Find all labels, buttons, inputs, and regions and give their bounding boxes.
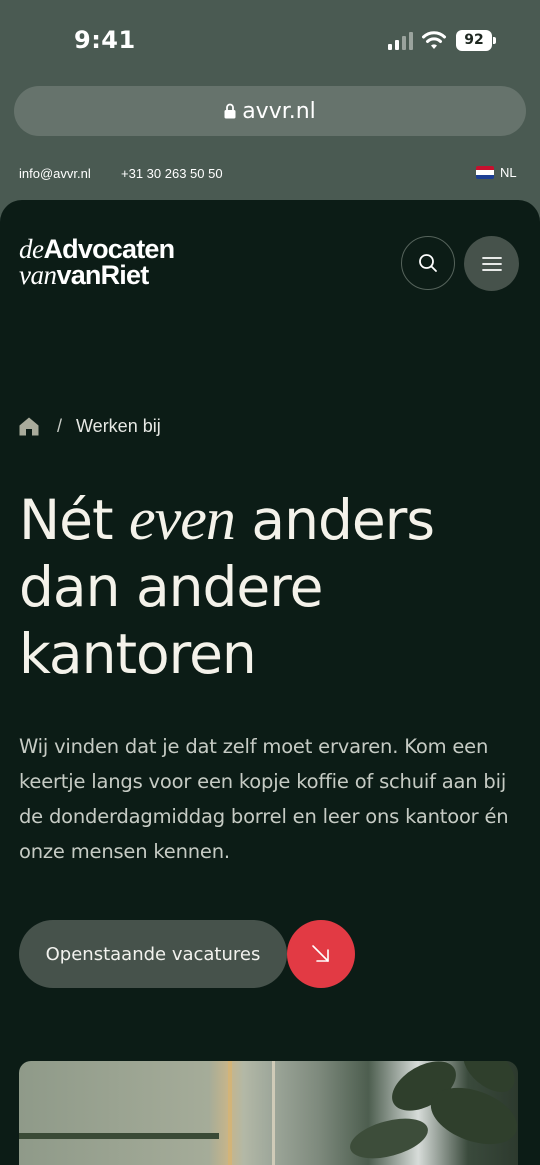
open-vacancies-button[interactable]: Openstaande vacatures [19,920,287,988]
home-icon[interactable] [19,417,39,436]
open-vacancies-arrow-button[interactable] [287,920,355,988]
logo-vanriet: vanRiet [56,260,149,290]
email-link[interactable]: info@avvr.nl [19,166,91,181]
intro-text: Wij vinden dat je dat zelf moet ervaren.… [19,735,509,863]
breadcrumb-separator: / [57,416,63,436]
language-switcher[interactable]: NL [476,165,517,180]
office-photo [19,1061,518,1165]
cellular-signal-icon [388,32,413,50]
language-label: NL [500,165,517,180]
logo-van: van [19,260,57,290]
phone-link[interactable]: +31 30 263 50 50 [121,166,223,181]
status-bar: 9:41 92 [0,0,540,82]
page-title: Nét even anders dan andere kantoren [19,486,524,688]
menu-button[interactable] [464,236,519,291]
netherlands-flag-icon [476,166,494,179]
breadcrumb: / Werken bij [19,416,161,437]
lock-icon [224,103,236,119]
battery-indicator: 92 [456,30,496,51]
arrow-down-right-icon [312,945,329,962]
search-icon [419,254,437,272]
url-text: avvr.nl [242,98,316,124]
breadcrumb-current: Werken bij [76,416,161,436]
hamburger-menu-icon [481,256,502,271]
search-button[interactable] [401,236,455,290]
status-time: 9:41 [74,26,136,54]
wifi-icon [422,31,446,49]
address-bar[interactable]: avvr.nl [14,86,526,136]
site-logo[interactable]: deAdvocaten vanvanRiet [19,236,175,290]
headline-part1: Nét [19,488,130,552]
headline-emphasis: even [129,486,236,552]
